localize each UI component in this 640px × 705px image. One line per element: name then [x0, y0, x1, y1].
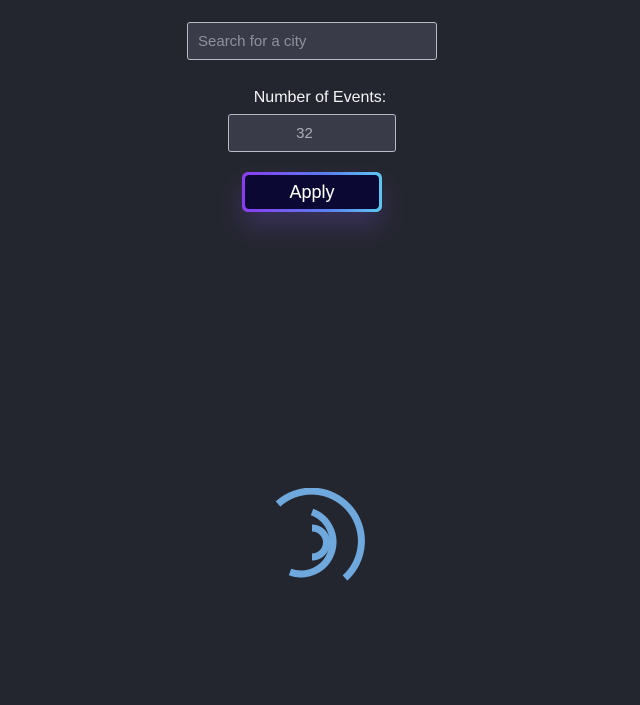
number-of-events-input[interactable]	[228, 114, 396, 152]
spinner-inner-arc	[311, 524, 330, 561]
loading-spinner-icon	[275, 488, 365, 581]
number-of-events-label: Number of Events:	[253, 89, 387, 106]
page: Number of Events: Apply	[0, 0, 640, 705]
city-search-input[interactable]	[187, 22, 437, 60]
apply-button[interactable]: Apply	[245, 175, 379, 209]
apply-button-border[interactable]: Apply	[242, 172, 382, 212]
